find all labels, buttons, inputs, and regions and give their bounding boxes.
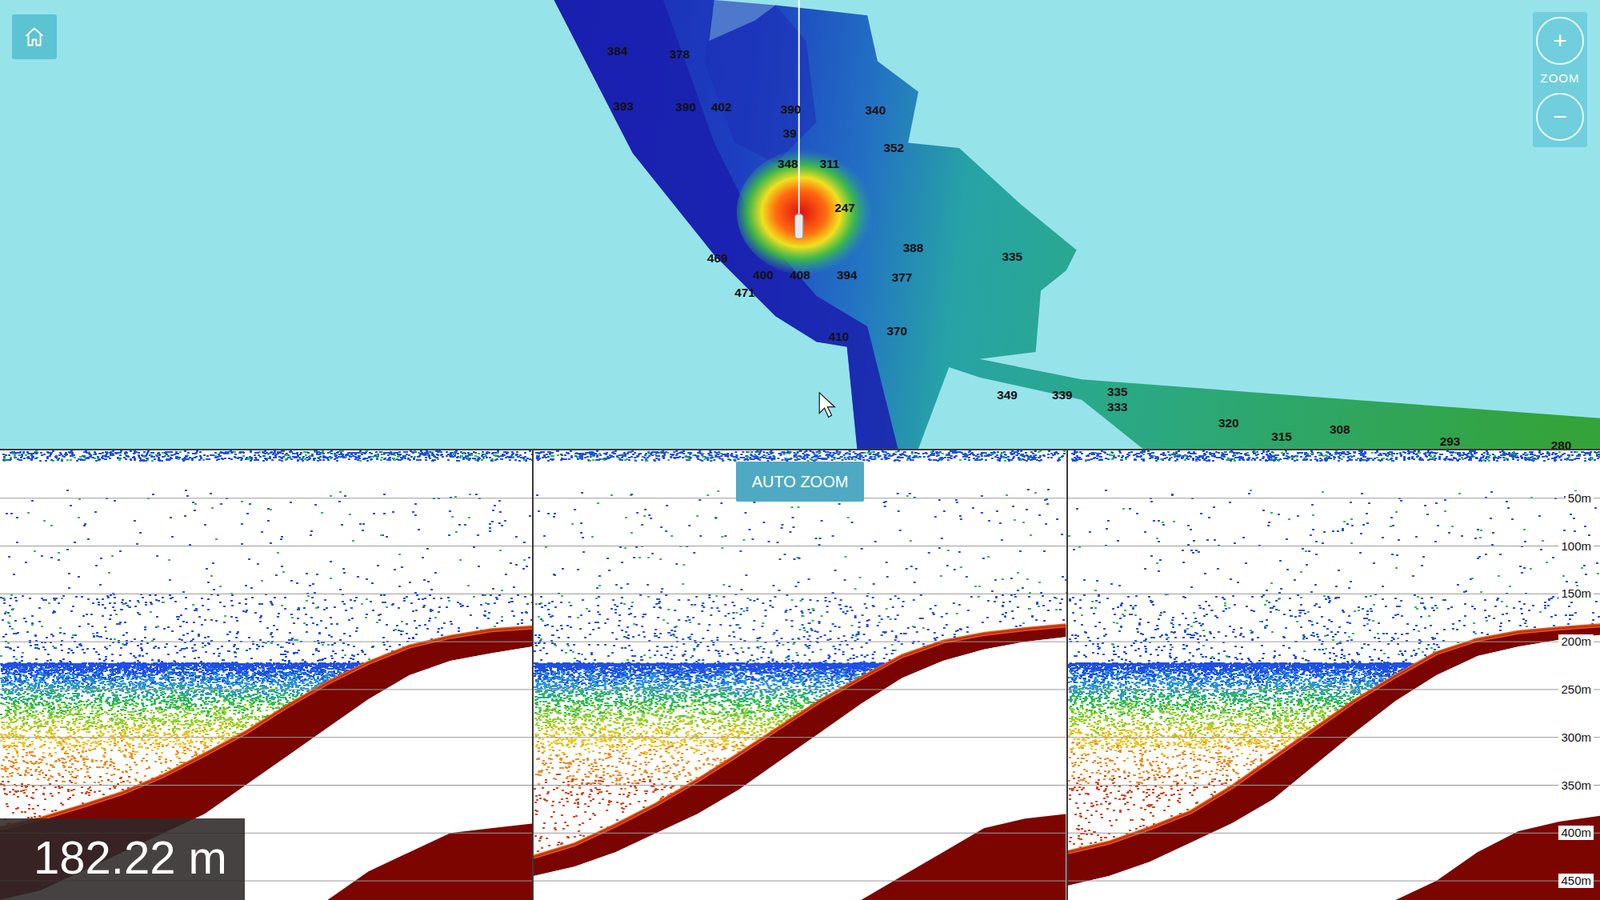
depth-label: 377 — [892, 270, 913, 284]
depth-label: 348 — [777, 156, 799, 171]
seabed-profile — [1068, 450, 1600, 900]
home-icon — [23, 25, 46, 48]
depth-label: 393 — [613, 99, 635, 113]
depth-label: 340 — [865, 103, 887, 117]
seabed-profile — [533, 450, 1066, 900]
depth-gridline — [1068, 497, 1600, 499]
depth-gridline — [533, 832, 1066, 834]
zoom-control: +ZOOM− — [1532, 12, 1588, 148]
home-button[interactable] — [12, 14, 57, 60]
depth-label: 408 — [789, 268, 811, 282]
depth-gridline — [1068, 688, 1600, 690]
depth-label: 315 — [1271, 429, 1292, 444]
depth-label: 469 — [707, 251, 728, 265]
depth-gridline — [1068, 641, 1600, 643]
depth-label: 352 — [884, 140, 905, 155]
depth-label: 402 — [711, 100, 732, 114]
depth-gridline — [0, 545, 532, 547]
depth-label: 339 — [1052, 388, 1073, 402]
depth-label: 333 — [1107, 400, 1128, 414]
depth-label: 320 — [1218, 416, 1240, 430]
depth-gridline — [0, 641, 532, 643]
depth-tick: 400m — [1558, 825, 1594, 840]
seabed-line — [0, 627, 532, 828]
echogram-panel: 50m 100m 150m 200m 250m 300m 350m 400m 450m — [1066, 450, 1600, 900]
seamount-peak — [736, 148, 880, 276]
depth-label: 471 — [734, 285, 756, 300]
zoom-out-button[interactable]: − — [1536, 92, 1584, 141]
depth-readout: 182.22 m — [0, 818, 245, 900]
depth-tick: 150m — [1558, 586, 1594, 601]
depth-gridline — [0, 784, 532, 786]
depth-label: 349 — [996, 388, 1018, 402]
depth-label: 370 — [886, 324, 908, 338]
depth-gridline — [0, 497, 532, 499]
depth-tick: 450m — [1558, 873, 1594, 888]
depth-label: 390 — [780, 102, 802, 116]
depth-tick: 300m — [1558, 730, 1594, 745]
depth-label: 293 — [1440, 434, 1461, 448]
seabed-edge — [0, 627, 532, 828]
depth-gridline — [0, 688, 532, 690]
depth-gridline — [0, 593, 532, 595]
depth-gridline — [533, 736, 1066, 738]
survey-area — [554, 0, 1600, 449]
sub-bottom-gap — [0, 646, 532, 900]
bathymetry-map[interactable]: 384 378 393 390 402 390 39 340 348 311 352 247 388 33… — [0, 0, 1600, 449]
map-canvas[interactable]: 384 378 393 390 402 390 39 340 348 311 352 247 388 33… — [0, 0, 1600, 449]
depth-gridline — [1068, 784, 1600, 786]
echogram: 50m 100m 150m 200m 250m 300m 350m 400m 450m AUTO … — [0, 448, 1600, 900]
mouse-cursor-icon — [819, 392, 835, 418]
depth-gridline — [533, 545, 1066, 547]
auto-zoom-button[interactable]: AUTO ZOOM — [736, 461, 864, 502]
depth-gridline — [0, 736, 532, 738]
depth-gridline — [1068, 736, 1600, 738]
depth-tick: 250m — [1558, 682, 1594, 697]
depth-gridline — [533, 641, 1066, 643]
deep-channel — [554, 0, 899, 449]
depth-label: 335 — [1002, 249, 1024, 264]
app-shell: 384 378 393 390 402 390 39 340 348 311 352 247 388 33… — [0, 0, 1600, 900]
seabed-line — [1068, 625, 1600, 852]
depth-label: 39 — [783, 126, 797, 140]
sub-bottom-gap — [533, 636, 1066, 900]
depth-gridline — [1068, 593, 1600, 595]
depth-label: 280 — [1551, 438, 1572, 449]
depth-label: 308 — [1329, 422, 1351, 436]
zoom-label: ZOOM — [1540, 64, 1580, 93]
depth-tick: 350m — [1558, 778, 1594, 793]
depth-tick: 200m — [1558, 634, 1594, 649]
depth-label: 384 — [607, 44, 628, 58]
sub-bottom-gap — [1068, 635, 1600, 900]
depth-label: 394 — [836, 268, 858, 282]
depth-label: 311 — [820, 156, 840, 171]
seabed-band — [0, 627, 532, 900]
depth-gridline — [1068, 880, 1600, 882]
depth-gridline — [1068, 545, 1600, 547]
seabed-line — [533, 625, 1066, 857]
depth-label: 247 — [834, 200, 856, 215]
depth-gridline — [533, 880, 1066, 882]
depth-label: 410 — [828, 329, 850, 344]
echogram-panel — [532, 450, 1066, 900]
depth-gridline — [533, 593, 1066, 595]
depth-tick: 50m — [1565, 491, 1594, 506]
zoom-in-button[interactable]: + — [1536, 16, 1584, 65]
depth-label: 335 — [1107, 384, 1128, 399]
depth-gridline — [533, 688, 1066, 690]
depth-gridline — [1068, 832, 1600, 834]
seabed-edge — [533, 625, 1066, 857]
depth-tick: 100m — [1558, 539, 1594, 554]
depth-gridline — [533, 784, 1066, 786]
seabed-edge — [1068, 625, 1600, 852]
depth-label: 400 — [752, 268, 774, 282]
vessel-icon — [795, 214, 804, 240]
depth-label: 390 — [675, 100, 696, 114]
depth-label: 378 — [669, 47, 691, 61]
depth-label: 388 — [903, 240, 924, 255]
